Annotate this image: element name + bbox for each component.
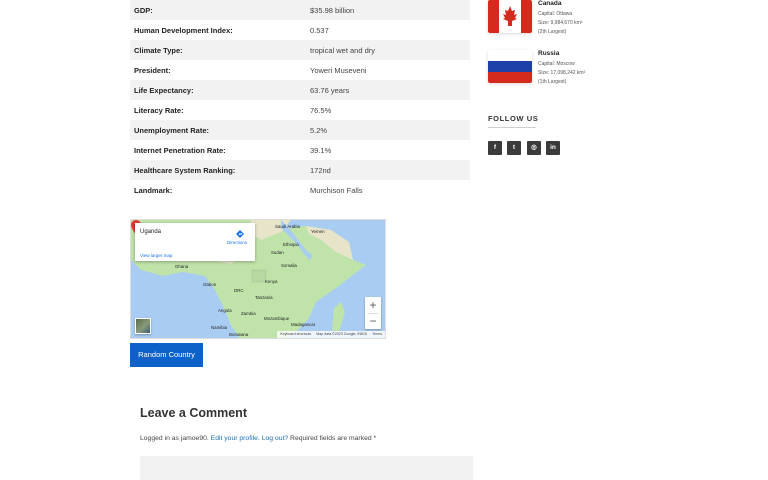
- fact-label: Landmark:: [134, 185, 173, 195]
- country-rank: (2th Largest): [538, 29, 567, 35]
- country-size: Size: 9,984,670 km²: [538, 20, 583, 26]
- map-label: Angola: [218, 308, 232, 313]
- map-label: DRC: [234, 288, 244, 293]
- fact-value: 5.2%: [310, 125, 328, 135]
- map-label: Ethiopia: [283, 242, 299, 247]
- fact-label: Human Development Index:: [134, 25, 233, 35]
- map-place-name: Uganda: [140, 229, 162, 235]
- embedded-map[interactable]: Saudi Arabia Yemen Egypt Sudan Ethiopia …: [130, 219, 386, 339]
- fact-value: 39.1%: [310, 145, 332, 155]
- map-label: Tanzania: [255, 295, 273, 300]
- fact-label: Literacy Rate:: [134, 105, 184, 115]
- map-place-card: Uganda Directions View larger map: [135, 223, 255, 261]
- table-row: Human Development Index: 0.537: [130, 20, 470, 40]
- log-out-link[interactable]: Log out?: [262, 435, 288, 442]
- fact-value: 63.76 years: [310, 85, 350, 95]
- country-name[interactable]: Russia: [538, 50, 585, 57]
- instagram-icon[interactable]: ◎: [527, 141, 541, 155]
- map-label: Somalia: [281, 263, 297, 268]
- fact-label: Life Expectancy:: [134, 85, 194, 95]
- heading-underline: [488, 127, 536, 128]
- fact-value: 0.537: [310, 25, 329, 35]
- russia-flag-icon: [488, 50, 532, 83]
- table-row: Landmark: Murchison Falls: [130, 180, 470, 200]
- fact-value: $35.98 billion: [310, 5, 355, 15]
- zoom-out-button[interactable]: −: [365, 313, 381, 329]
- fact-value: tropical wet and dry: [310, 45, 376, 55]
- fact-value: 76.5%: [310, 105, 332, 115]
- zoom-divider: [368, 313, 378, 314]
- sidebar-country-canada[interactable]: Canada Capital: Ottawa Size: 9,984,670 k…: [488, 0, 582, 37]
- fact-value: Murchison Falls: [310, 185, 363, 195]
- edit-profile-link[interactable]: Edit your profile: [211, 435, 258, 442]
- fact-label: Internet Penetration Rate:: [134, 145, 226, 155]
- fact-label: Unemployment Rate:: [134, 125, 210, 135]
- country-capital: Capital: Moscow: [538, 61, 575, 67]
- table-row: Internet Penetration Rate: 39.1%: [130, 140, 470, 160]
- map-data-text: Map data ©2023 Google, INEGI: [316, 332, 368, 336]
- zoom-in-button[interactable]: +: [365, 297, 381, 313]
- directions-link[interactable]: Directions: [227, 240, 247, 245]
- zoom-control: + −: [365, 297, 381, 329]
- country-name[interactable]: Canada: [538, 0, 582, 7]
- map-label: Madagascar: [291, 322, 316, 327]
- comment-heading: Leave a Comment: [140, 406, 247, 420]
- logged-in-notice: Logged in as jamoe90. Edit your profile.…: [140, 435, 376, 442]
- map-label: Yemen: [311, 229, 325, 234]
- linkedin-icon[interactable]: in: [546, 141, 560, 155]
- canada-flag-icon: [488, 0, 532, 33]
- comment-textarea[interactable]: [140, 456, 473, 480]
- keyboard-shortcuts-link[interactable]: Keyboard shortcuts: [280, 332, 311, 337]
- table-row: GDP: $35.98 billion: [130, 0, 470, 20]
- country-capital: Capital: Ottawa: [538, 11, 573, 17]
- directions-icon[interactable]: [236, 230, 244, 238]
- country-facts-table: GDP: $35.98 billion Human Development Ind…: [130, 0, 470, 200]
- map-attribution: Keyboard shortcuts Map data ©2023 Google…: [277, 331, 385, 338]
- map-label: Ghana: [175, 264, 189, 269]
- country-rank: (1th Largest): [538, 79, 567, 85]
- twitter-icon[interactable]: t: [507, 141, 521, 155]
- table-row: President: Yoweri Museveni: [130, 60, 470, 80]
- fact-label: Climate Type:: [134, 45, 183, 55]
- satellite-layer-button[interactable]: [135, 318, 151, 334]
- fact-value: Yoweri Museveni: [310, 65, 367, 75]
- map-label: Mozambique: [264, 316, 290, 321]
- country-info: Russia Capital: Moscow Size: 17,098,242 …: [538, 50, 585, 87]
- table-row: Climate Type: tropical wet and dry: [130, 40, 470, 60]
- fact-label: President:: [134, 65, 171, 75]
- facebook-icon[interactable]: f: [488, 141, 502, 155]
- map-label: Sudan: [271, 250, 284, 255]
- map-label: Saudi Arabia: [275, 224, 300, 229]
- country-info: Canada Capital: Ottawa Size: 9,984,670 k…: [538, 0, 582, 37]
- map-label: Kenya: [265, 279, 278, 284]
- required-notice: Required fields are marked *: [288, 435, 377, 442]
- sidebar-country-russia[interactable]: Russia Capital: Moscow Size: 17,098,242 …: [488, 50, 585, 87]
- fact-value: 172nd: [310, 165, 331, 175]
- map-label: Gabon: [203, 282, 217, 287]
- country-size: Size: 17,098,242 km²: [538, 70, 586, 76]
- random-country-button[interactable]: Random Country: [130, 343, 203, 367]
- table-row: Unemployment Rate: 5.2%: [130, 120, 470, 140]
- follow-us-heading: FOLLOW US: [488, 114, 539, 123]
- logged-in-text: Logged in as jamoe90.: [140, 435, 211, 442]
- map-label: Zambia: [241, 311, 256, 316]
- terms-link[interactable]: Terms: [372, 332, 382, 337]
- table-row: Life Expectancy: 63.76 years: [130, 80, 470, 100]
- view-larger-map-link[interactable]: View larger map: [140, 253, 172, 258]
- map-label: Namibia: [211, 325, 228, 330]
- map-label: Botswana: [229, 332, 249, 337]
- fact-label: Healthcare System Ranking:: [134, 165, 236, 175]
- table-row: Healthcare System Ranking: 172nd: [130, 160, 470, 180]
- table-row: Literacy Rate: 76.5%: [130, 100, 470, 120]
- fact-label: GDP:: [134, 5, 153, 15]
